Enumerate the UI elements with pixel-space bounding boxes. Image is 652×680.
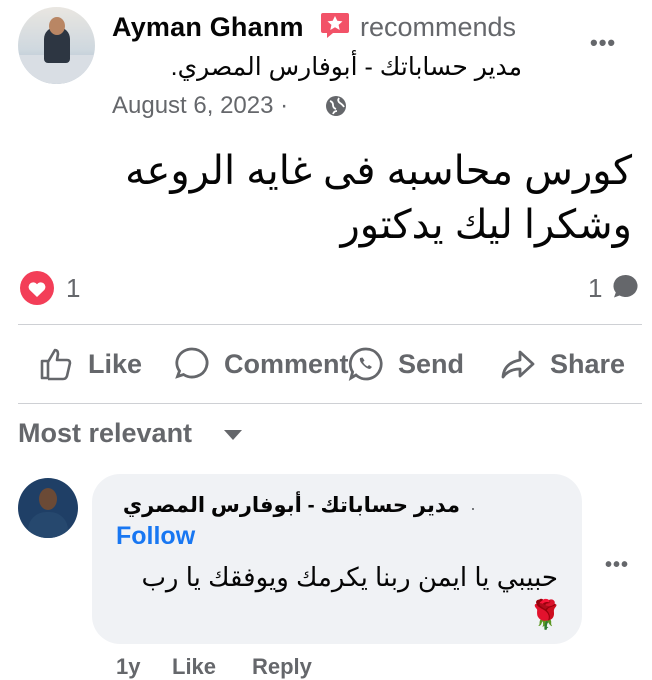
comment-icon <box>175 347 209 379</box>
follow-button[interactable]: Follow <box>116 522 195 551</box>
comment-author[interactable]: مدير حساباتك - أبوفارس المصري <box>118 493 460 518</box>
separator-dot: · <box>470 498 476 518</box>
like-icon <box>40 348 72 381</box>
caret-down-icon[interactable] <box>224 430 242 440</box>
comment-text: حبيبي يا ايمن ربنا يكرمك ويوفقك يا رب <box>141 562 558 592</box>
recommend-badge-icon <box>321 13 349 38</box>
sort-comments-dropdown[interactable]: Most relevant <box>18 418 192 449</box>
share-icon <box>501 350 535 379</box>
send-icon <box>348 347 383 381</box>
commenter-avatar[interactable] <box>18 478 78 538</box>
recommended-page-name[interactable]: مدير حساباتك - أبوفارس المصري. <box>112 52 522 82</box>
comment-age: 1y <box>116 654 141 679</box>
share-label: Share <box>550 348 626 379</box>
divider <box>18 324 642 325</box>
recommends-label: recommends <box>360 12 517 42</box>
comment-label: Comment <box>224 348 349 379</box>
comment-reply-button[interactable]: Reply <box>252 654 312 680</box>
heart-reaction-icon[interactable] <box>20 271 54 305</box>
comment-more-button[interactable]: ••• <box>605 554 629 577</box>
like-button[interactable]: Like <box>36 344 142 384</box>
reaction-count[interactable]: 1 <box>66 273 80 304</box>
comment-count[interactable]: 1 <box>588 273 602 304</box>
post-more-button[interactable]: ••• <box>590 30 616 56</box>
post-date[interactable]: August 6, 2023 · <box>112 92 288 120</box>
rose-emoji: 🌹 <box>528 599 563 630</box>
post-text-line: كورس محاسبه فى غايه الروعه <box>125 149 632 193</box>
send-label: Send <box>398 348 465 379</box>
divider <box>18 403 642 404</box>
comment-bubble-icon[interactable] <box>611 272 641 302</box>
globe-icon <box>326 96 346 116</box>
like-label: Like <box>88 348 143 379</box>
comment-button[interactable]: Comment <box>172 344 349 384</box>
post-author[interactable]: Ayman Ghanm <box>112 12 304 43</box>
share-button[interactable]: Share <box>498 344 625 384</box>
send-button[interactable]: Send <box>346 344 464 384</box>
comment-like-button[interactable]: Like <box>172 654 216 680</box>
post-text: كورس محاسبه فى غايه الروعه وشكرا ليك يدك… <box>32 144 632 252</box>
post-text-line: وشكرا ليك يدكتور <box>340 203 632 247</box>
author-avatar[interactable] <box>18 7 95 84</box>
